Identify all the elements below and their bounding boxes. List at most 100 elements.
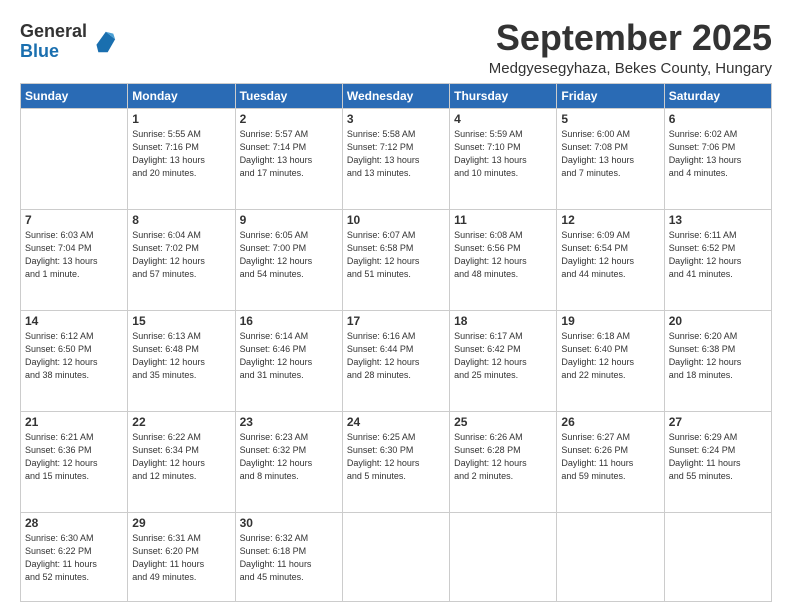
day-number: 1 xyxy=(132,112,230,126)
calendar-cell: 3 Sunrise: 5:58 AM Sunset: 7:12 PM Daylig… xyxy=(342,108,449,209)
day-number: 21 xyxy=(25,415,123,429)
calendar-cell: 5 Sunrise: 6:00 AM Sunset: 7:08 PM Daylig… xyxy=(557,108,664,209)
day-info: Sunrise: 6:08 AM Sunset: 6:56 PM Dayligh… xyxy=(454,229,552,281)
calendar-cell xyxy=(557,512,664,601)
day-number: 15 xyxy=(132,314,230,328)
calendar-cell: 28 Sunrise: 6:30 AM Sunset: 6:22 PM Dayli… xyxy=(21,512,128,601)
calendar-week-row: 21 Sunrise: 6:21 AM Sunset: 6:36 PM Dayli… xyxy=(21,411,772,512)
calendar-cell: 12 Sunrise: 6:09 AM Sunset: 6:54 PM Dayli… xyxy=(557,209,664,310)
day-info: Sunrise: 6:29 AM Sunset: 6:24 PM Dayligh… xyxy=(669,431,767,483)
day-number: 28 xyxy=(25,516,123,530)
day-info: Sunrise: 6:22 AM Sunset: 6:34 PM Dayligh… xyxy=(132,431,230,483)
day-number: 11 xyxy=(454,213,552,227)
day-number: 17 xyxy=(347,314,445,328)
calendar-cell: 20Sunrise: 6:20 AM Sunset: 6:38 PM Dayli… xyxy=(664,310,771,411)
day-info: Sunrise: 6:04 AM Sunset: 7:02 PM Dayligh… xyxy=(132,229,230,281)
calendar-cell: 7Sunrise: 6:03 AM Sunset: 7:04 PM Daylig… xyxy=(21,209,128,310)
day-info: Sunrise: 5:58 AM Sunset: 7:12 PM Dayligh… xyxy=(347,128,445,180)
calendar-week-row: 7Sunrise: 6:03 AM Sunset: 7:04 PM Daylig… xyxy=(21,209,772,310)
calendar-cell: 17Sunrise: 6:16 AM Sunset: 6:44 PM Dayli… xyxy=(342,310,449,411)
weekday-header-saturday: Saturday xyxy=(664,83,771,108)
calendar-cell: 22 Sunrise: 6:22 AM Sunset: 6:34 PM Dayli… xyxy=(128,411,235,512)
calendar-cell: 24Sunrise: 6:25 AM Sunset: 6:30 PM Dayli… xyxy=(342,411,449,512)
calendar-cell: 30Sunrise: 6:32 AM Sunset: 6:18 PM Dayli… xyxy=(235,512,342,601)
day-info: Sunrise: 6:02 AM Sunset: 7:06 PM Dayligh… xyxy=(669,128,767,180)
calendar-cell xyxy=(450,512,557,601)
day-number: 23 xyxy=(240,415,338,429)
day-info: Sunrise: 6:05 AM Sunset: 7:00 PM Dayligh… xyxy=(240,229,338,281)
location-subtitle: Medgyesegyhaza, Bekes County, Hungary xyxy=(489,60,772,77)
day-info: Sunrise: 6:20 AM Sunset: 6:38 PM Dayligh… xyxy=(669,330,767,382)
day-number: 8 xyxy=(132,213,230,227)
day-number: 10 xyxy=(347,213,445,227)
day-number: 5 xyxy=(561,112,659,126)
day-number: 22 xyxy=(132,415,230,429)
calendar-cell: 29 Sunrise: 6:31 AM Sunset: 6:20 PM Dayli… xyxy=(128,512,235,601)
day-info: Sunrise: 6:12 AM Sunset: 6:50 PM Dayligh… xyxy=(25,330,123,382)
logo-general-text: General xyxy=(20,21,87,41)
logo: General Blue xyxy=(20,22,117,62)
calendar-cell: 9Sunrise: 6:05 AM Sunset: 7:00 PM Daylig… xyxy=(235,209,342,310)
day-number: 26 xyxy=(561,415,659,429)
calendar-cell: 13Sunrise: 6:11 AM Sunset: 6:52 PM Dayli… xyxy=(664,209,771,310)
day-info: Sunrise: 6:27 AM Sunset: 6:26 PM Dayligh… xyxy=(561,431,659,483)
calendar-cell xyxy=(21,108,128,209)
calendar-week-row: 14 Sunrise: 6:12 AM Sunset: 6:50 PM Dayli… xyxy=(21,310,772,411)
day-info: Sunrise: 6:32 AM Sunset: 6:18 PM Dayligh… xyxy=(240,532,338,584)
calendar-cell: 1 Sunrise: 5:55 AM Sunset: 7:16 PM Daylig… xyxy=(128,108,235,209)
calendar-week-row: 1 Sunrise: 5:55 AM Sunset: 7:16 PM Daylig… xyxy=(21,108,772,209)
page: General Blue September 2025 Medgyesegyha… xyxy=(0,0,792,612)
calendar-cell: 23 Sunrise: 6:23 AM Sunset: 6:32 PM Dayli… xyxy=(235,411,342,512)
day-info: Sunrise: 6:23 AM Sunset: 6:32 PM Dayligh… xyxy=(240,431,338,483)
header: General Blue September 2025 Medgyesegyha… xyxy=(20,18,772,77)
day-info: Sunrise: 6:07 AM Sunset: 6:58 PM Dayligh… xyxy=(347,229,445,281)
day-info: Sunrise: 6:00 AM Sunset: 7:08 PM Dayligh… xyxy=(561,128,659,180)
day-info: Sunrise: 6:13 AM Sunset: 6:48 PM Dayligh… xyxy=(132,330,230,382)
day-number: 29 xyxy=(132,516,230,530)
weekday-header-monday: Monday xyxy=(128,83,235,108)
calendar-cell: 25Sunrise: 6:26 AM Sunset: 6:28 PM Dayli… xyxy=(450,411,557,512)
calendar-cell: 27 Sunrise: 6:29 AM Sunset: 6:24 PM Dayli… xyxy=(664,411,771,512)
day-info: Sunrise: 6:31 AM Sunset: 6:20 PM Dayligh… xyxy=(132,532,230,584)
day-number: 27 xyxy=(669,415,767,429)
day-number: 18 xyxy=(454,314,552,328)
day-info: Sunrise: 6:11 AM Sunset: 6:52 PM Dayligh… xyxy=(669,229,767,281)
day-info: Sunrise: 5:55 AM Sunset: 7:16 PM Dayligh… xyxy=(132,128,230,180)
day-number: 16 xyxy=(240,314,338,328)
calendar-cell: 21 Sunrise: 6:21 AM Sunset: 6:36 PM Dayli… xyxy=(21,411,128,512)
day-info: Sunrise: 6:25 AM Sunset: 6:30 PM Dayligh… xyxy=(347,431,445,483)
day-info: Sunrise: 5:57 AM Sunset: 7:14 PM Dayligh… xyxy=(240,128,338,180)
calendar-header-row: SundayMondayTuesdayWednesdayThursdayFrid… xyxy=(21,83,772,108)
day-number: 2 xyxy=(240,112,338,126)
calendar-table: SundayMondayTuesdayWednesdayThursdayFrid… xyxy=(20,83,772,602)
weekday-header-thursday: Thursday xyxy=(450,83,557,108)
day-info: Sunrise: 5:59 AM Sunset: 7:10 PM Dayligh… xyxy=(454,128,552,180)
weekday-header-sunday: Sunday xyxy=(21,83,128,108)
day-number: 7 xyxy=(25,213,123,227)
day-number: 3 xyxy=(347,112,445,126)
calendar-cell: 14 Sunrise: 6:12 AM Sunset: 6:50 PM Dayli… xyxy=(21,310,128,411)
calendar-cell: 2 Sunrise: 5:57 AM Sunset: 7:14 PM Daylig… xyxy=(235,108,342,209)
weekday-header-tuesday: Tuesday xyxy=(235,83,342,108)
day-info: Sunrise: 6:30 AM Sunset: 6:22 PM Dayligh… xyxy=(25,532,123,584)
title-block: September 2025 Medgyesegyhaza, Bekes Cou… xyxy=(489,18,772,77)
calendar-cell xyxy=(342,512,449,601)
day-number: 14 xyxy=(25,314,123,328)
calendar-cell: 11 Sunrise: 6:08 AM Sunset: 6:56 PM Dayli… xyxy=(450,209,557,310)
logo-icon xyxy=(89,28,117,56)
day-number: 12 xyxy=(561,213,659,227)
day-info: Sunrise: 6:21 AM Sunset: 6:36 PM Dayligh… xyxy=(25,431,123,483)
calendar-cell: 8 Sunrise: 6:04 AM Sunset: 7:02 PM Daylig… xyxy=(128,209,235,310)
calendar-cell xyxy=(664,512,771,601)
weekday-header-wednesday: Wednesday xyxy=(342,83,449,108)
logo-blue-text: Blue xyxy=(20,41,59,61)
day-info: Sunrise: 6:14 AM Sunset: 6:46 PM Dayligh… xyxy=(240,330,338,382)
day-info: Sunrise: 6:09 AM Sunset: 6:54 PM Dayligh… xyxy=(561,229,659,281)
day-info: Sunrise: 6:17 AM Sunset: 6:42 PM Dayligh… xyxy=(454,330,552,382)
month-title: September 2025 xyxy=(489,18,772,58)
calendar-cell: 4Sunrise: 5:59 AM Sunset: 7:10 PM Daylig… xyxy=(450,108,557,209)
calendar-cell: 16 Sunrise: 6:14 AM Sunset: 6:46 PM Dayli… xyxy=(235,310,342,411)
calendar-cell: 10 Sunrise: 6:07 AM Sunset: 6:58 PM Dayli… xyxy=(342,209,449,310)
day-number: 19 xyxy=(561,314,659,328)
weekday-header-friday: Friday xyxy=(557,83,664,108)
